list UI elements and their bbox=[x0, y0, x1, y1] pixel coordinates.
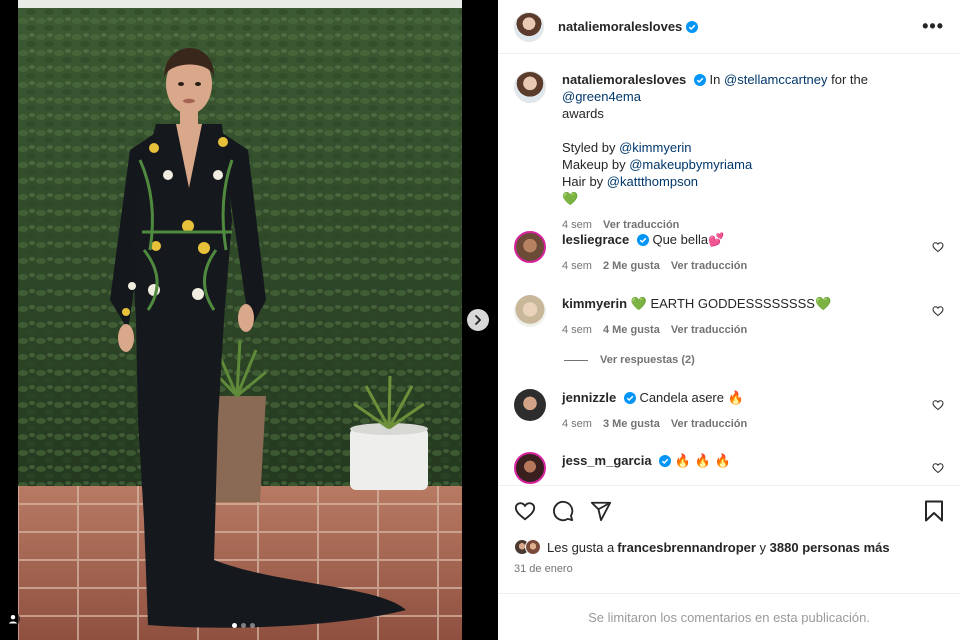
post-photo[interactable] bbox=[18, 0, 462, 640]
view-replies-button[interactable]: Ver respuestas (2) bbox=[564, 354, 695, 366]
verified-icon bbox=[636, 234, 649, 246]
post-date[interactable]: 31 de enero bbox=[514, 563, 573, 575]
comment-likes[interactable]: 4 Me gusta bbox=[603, 322, 660, 339]
verified-icon bbox=[693, 74, 706, 86]
caption: nataliemoralesloves In @stellamccartney … bbox=[514, 71, 944, 234]
comment-text: 🔥 🔥 🔥 bbox=[674, 453, 731, 468]
carousel-dot bbox=[241, 623, 246, 628]
replies-divider bbox=[564, 359, 588, 361]
avatar bbox=[525, 539, 541, 555]
comments-list: nataliemoralesloves In @stellamccartney … bbox=[498, 55, 960, 485]
translate-button[interactable]: Ver traducción bbox=[671, 322, 747, 339]
heart-icon[interactable] bbox=[932, 399, 944, 411]
avatar[interactable] bbox=[514, 389, 546, 421]
mention-link[interactable]: @stellamccartney bbox=[724, 72, 828, 87]
caption-fragment: Makeup by bbox=[562, 157, 630, 172]
mention-link[interactable]: @kattthompson bbox=[607, 174, 698, 189]
caption-fragment: Hair by bbox=[562, 174, 607, 189]
avatar[interactable] bbox=[514, 71, 546, 103]
comment-icon[interactable] bbox=[552, 500, 574, 522]
liker-avatars bbox=[514, 539, 541, 555]
heart-icon[interactable] bbox=[932, 241, 944, 253]
view-replies-label: Ver respuestas (2) bbox=[600, 354, 695, 366]
comment-text: Que bella💕 bbox=[652, 232, 725, 247]
comment-item: kimmyerin 💚 EARTH GODDESSSSSSSS💚 4 sem 4… bbox=[514, 295, 944, 339]
liker-username[interactable]: francesbrennandroper bbox=[617, 540, 756, 555]
avatar[interactable] bbox=[514, 231, 546, 263]
comment-username[interactable]: kimmyerin bbox=[562, 296, 627, 311]
verified-icon bbox=[659, 455, 672, 467]
verified-icon bbox=[686, 20, 699, 33]
comment-time[interactable]: 4 sem bbox=[562, 416, 592, 433]
comment-item: lesliegrace Que bella💕 4 sem 2 Me gusta … bbox=[514, 231, 944, 275]
comment-time[interactable]: 4 sem bbox=[562, 322, 592, 339]
chevron-right-icon bbox=[475, 315, 481, 325]
post-media bbox=[0, 0, 498, 640]
comment-username[interactable]: jess_m_garcia bbox=[562, 453, 652, 468]
caption-emoji: 💚 bbox=[562, 191, 579, 206]
comment-text: 💚 EARTH GODDESSSSSSSS💚 bbox=[630, 296, 832, 311]
post-author-username[interactable]: nataliemoralesloves bbox=[558, 19, 682, 34]
comment-likes[interactable]: 3 Me gusta bbox=[603, 416, 660, 433]
caption-text: nataliemoralesloves In @stellamccartney … bbox=[562, 71, 922, 234]
comment-item: jennizzle Candela asere 🔥 4 sem 3 Me gus… bbox=[514, 389, 944, 433]
carousel-dot bbox=[232, 623, 237, 628]
verified-icon bbox=[623, 392, 636, 404]
translate-button[interactable]: Ver traducción bbox=[671, 416, 747, 433]
carousel-indicator bbox=[232, 623, 255, 628]
mention-link[interactable]: @kimmyerin bbox=[619, 140, 691, 155]
carousel-dot bbox=[250, 623, 255, 628]
heart-icon[interactable] bbox=[514, 500, 536, 522]
caption-fragment: for the bbox=[827, 72, 868, 87]
likes-summary: Les gusta a francesbrennandroper y 3880 … bbox=[514, 539, 890, 555]
likes-count[interactable]: 3880 personas más bbox=[770, 540, 890, 555]
more-options-icon[interactable]: ••• bbox=[922, 16, 944, 37]
avatar[interactable] bbox=[514, 452, 546, 484]
translate-button[interactable]: Ver traducción bbox=[671, 258, 747, 275]
post-details-panel: nataliemoralesloves ••• nataliemoraleslo… bbox=[498, 0, 960, 640]
comment-text: Candela asere 🔥 bbox=[639, 390, 744, 405]
caption-fragment: In bbox=[709, 72, 725, 87]
post-actions: Les gusta a francesbrennandroper y 3880 … bbox=[498, 485, 960, 593]
caption-fragment: Styled by bbox=[562, 140, 620, 155]
heart-icon[interactable] bbox=[932, 305, 944, 317]
comments-limited-notice: Se limitaron los comentarios en esta pub… bbox=[498, 593, 960, 640]
avatar[interactable] bbox=[514, 11, 544, 42]
avatar[interactable] bbox=[514, 295, 546, 327]
likes-mid: y bbox=[755, 539, 770, 555]
comment-username[interactable]: lesliegrace bbox=[562, 232, 629, 247]
comment-likes[interactable]: 2 Me gusta bbox=[603, 258, 660, 275]
caption-username[interactable]: nataliemoralesloves bbox=[562, 72, 686, 87]
bookmark-icon[interactable] bbox=[924, 500, 944, 522]
mention-link[interactable]: @green4ema bbox=[562, 89, 641, 104]
share-icon[interactable] bbox=[590, 500, 612, 522]
mention-link[interactable]: @makeupbymyriama bbox=[629, 157, 752, 172]
heart-icon[interactable] bbox=[932, 462, 944, 474]
caption-line: awards bbox=[562, 106, 604, 121]
comment-item: jess_m_garcia 🔥 🔥 🔥 bbox=[514, 452, 944, 484]
comment-time[interactable]: 4 sem bbox=[562, 258, 592, 275]
post-header: nataliemoralesloves ••• bbox=[498, 0, 960, 54]
user-tag-icon[interactable] bbox=[6, 612, 20, 626]
comment-username[interactable]: jennizzle bbox=[562, 390, 616, 405]
likes-prefix: Les gusta a bbox=[547, 539, 615, 555]
next-slide-button[interactable] bbox=[467, 309, 489, 331]
